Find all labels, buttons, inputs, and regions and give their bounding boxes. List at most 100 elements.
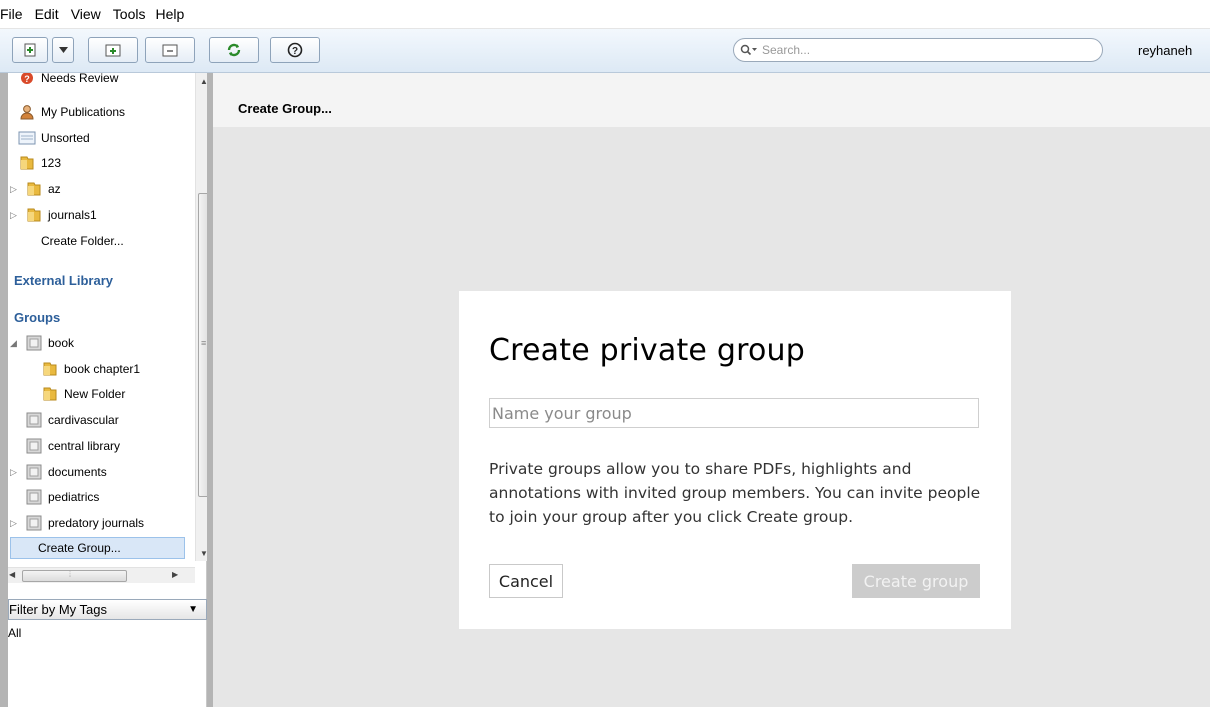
expand-journals1-icon[interactable]: ▷ xyxy=(10,210,20,220)
person-icon xyxy=(18,104,36,120)
search-box[interactable] xyxy=(733,38,1103,62)
sync-button[interactable] xyxy=(209,37,259,63)
search-input[interactable] xyxy=(762,43,1062,57)
sidebar-item-label: az xyxy=(48,182,61,196)
main-header: Create Group... xyxy=(213,73,1210,127)
group-icon xyxy=(25,335,43,351)
tag-filter-select[interactable]: Filter by My Tags ▼ xyxy=(8,599,207,620)
group-icon xyxy=(25,438,43,454)
group-name-input[interactable] xyxy=(489,398,979,428)
hscroll-thumb[interactable]: ⦙ xyxy=(22,569,127,582)
add-document-button[interactable] xyxy=(12,37,48,63)
chevron-down-icon: ▼ xyxy=(188,604,198,615)
menu-edit[interactable]: Edit xyxy=(35,6,67,22)
menu-help[interactable]: Help xyxy=(155,6,192,22)
sidebar-item-label: documents xyxy=(48,465,107,479)
remove-folder-icon xyxy=(162,44,178,57)
sidebar-item-group-predatory-journals[interactable]: predatory journals xyxy=(25,512,144,534)
folder-icon xyxy=(41,361,59,377)
create-group-dialog: Create private group Private groups allo… xyxy=(459,291,1011,629)
cancel-button[interactable]: Cancel xyxy=(489,564,563,598)
dialog-title: Create private group xyxy=(489,333,805,368)
sidebar: ? Needs Review My Publications Unsorted … xyxy=(8,73,207,707)
folder-icon xyxy=(25,207,43,223)
sidebar-item-needs-review[interactable]: ? Needs Review xyxy=(18,73,118,89)
create-group-button[interactable]: Create group xyxy=(852,564,980,598)
sidebar-item-label: Create Folder... xyxy=(41,234,124,248)
sidebar-item-label: Create Group... xyxy=(38,541,121,555)
menu-bar: File Edit View Tools Help xyxy=(0,0,1210,29)
menu-tools[interactable]: Tools xyxy=(113,6,154,22)
needs-review-icon: ? xyxy=(18,73,36,86)
search-icon xyxy=(740,44,757,56)
menu-file[interactable]: File xyxy=(0,6,31,22)
library-tree: ? Needs Review My Publications Unsorted … xyxy=(8,73,207,588)
section-external-library[interactable]: External Library xyxy=(14,273,113,288)
sidebar-item-label: 123 xyxy=(41,156,62,170)
help-icon: ? xyxy=(287,42,303,58)
sidebar-item-new-folder[interactable]: New Folder xyxy=(41,383,125,405)
sidebar-item-unsorted[interactable]: Unsorted xyxy=(18,127,90,149)
sidebar-item-label: cardivascular xyxy=(48,413,119,427)
scroll-up-icon[interactable]: ▲ xyxy=(200,77,207,86)
toolbar: ? reyhaneh xyxy=(0,29,1210,73)
scroll-thumb[interactable]: ≡ xyxy=(198,193,207,497)
sidebar-item-group-cardivascular[interactable]: cardivascular xyxy=(25,409,119,431)
sidebar-item-create-folder[interactable]: Create Folder... xyxy=(41,230,124,252)
folder-icon xyxy=(41,386,59,402)
add-document-icon xyxy=(24,43,36,57)
sidebar-item-my-publications[interactable]: My Publications xyxy=(18,101,125,123)
sidebar-item-folder-123[interactable]: 123 xyxy=(18,152,61,174)
sidebar-item-group-book[interactable]: book xyxy=(25,332,74,354)
sidebar-item-label: Needs Review xyxy=(41,73,119,85)
grip-icon: ⦙ xyxy=(69,569,72,579)
help-button[interactable]: ? xyxy=(270,37,320,63)
sidebar-item-label: book xyxy=(48,336,75,350)
scroll-right-icon[interactable]: ▶ xyxy=(172,570,178,579)
sidebar-item-label: pediatrics xyxy=(48,490,100,504)
sidebar-item-group-pediatrics[interactable]: pediatrics xyxy=(25,486,99,508)
sidebar-item-label: predatory journals xyxy=(48,516,145,530)
expand-predatory-journals-icon[interactable]: ▷ xyxy=(10,518,20,528)
remove-folder-button[interactable] xyxy=(145,37,195,63)
grip-icon: ≡ xyxy=(201,338,207,348)
group-icon xyxy=(25,515,43,531)
add-document-dropdown[interactable] xyxy=(52,37,74,63)
group-icon xyxy=(25,489,43,505)
sidebar-item-label: journals1 xyxy=(48,208,97,222)
sidebar-item-group-documents[interactable]: documents xyxy=(25,461,107,483)
svg-text:?: ? xyxy=(292,46,298,57)
tag-filter-label: Filter by My Tags xyxy=(9,602,108,617)
sidebar-horizontal-scrollbar[interactable]: ◀ ⦙ ▶ xyxy=(8,567,195,583)
new-folder-button[interactable] xyxy=(88,37,138,63)
sidebar-item-label: Unsorted xyxy=(41,131,90,145)
group-icon xyxy=(25,464,43,480)
scroll-down-icon[interactable]: ▼ xyxy=(200,549,207,558)
sidebar-item-folder-az[interactable]: az xyxy=(25,178,61,200)
sidebar-item-group-central-library[interactable]: central library xyxy=(25,435,120,457)
sidebar-item-create-group[interactable]: Create Group... xyxy=(10,537,185,559)
folder-icon xyxy=(25,181,43,197)
sidebar-item-book-chapter1[interactable]: book chapter1 xyxy=(41,358,140,380)
new-folder-icon xyxy=(105,44,121,57)
page-title: Create Group... xyxy=(238,101,332,116)
section-groups: Groups xyxy=(14,310,61,325)
sidebar-item-label: book chapter1 xyxy=(64,362,141,376)
expand-documents-icon[interactable]: ▷ xyxy=(10,467,20,477)
dialog-description: Private groups allow you to share PDFs, … xyxy=(489,460,981,526)
folder-icon xyxy=(18,155,36,171)
group-icon xyxy=(25,412,43,428)
main-content: Create private group Private groups allo… xyxy=(213,127,1210,707)
dropdown-arrow-icon xyxy=(58,47,68,53)
sync-icon xyxy=(227,43,241,57)
menu-view[interactable]: View xyxy=(71,6,109,22)
sidebar-item-label: central library xyxy=(48,439,121,453)
scroll-left-icon[interactable]: ◀ xyxy=(9,570,15,579)
expand-az-icon[interactable]: ▷ xyxy=(10,184,20,194)
sidebar-vertical-scrollbar[interactable]: ▲ ≡ ▼ xyxy=(195,73,207,561)
tag-filter-item-all[interactable]: All xyxy=(8,626,21,640)
user-name[interactable]: reyhaneh xyxy=(1138,43,1192,58)
sidebar-item-folder-journals1[interactable]: journals1 xyxy=(25,204,97,226)
collapse-book-icon[interactable]: ◢ xyxy=(10,338,20,348)
svg-text:?: ? xyxy=(24,74,30,84)
